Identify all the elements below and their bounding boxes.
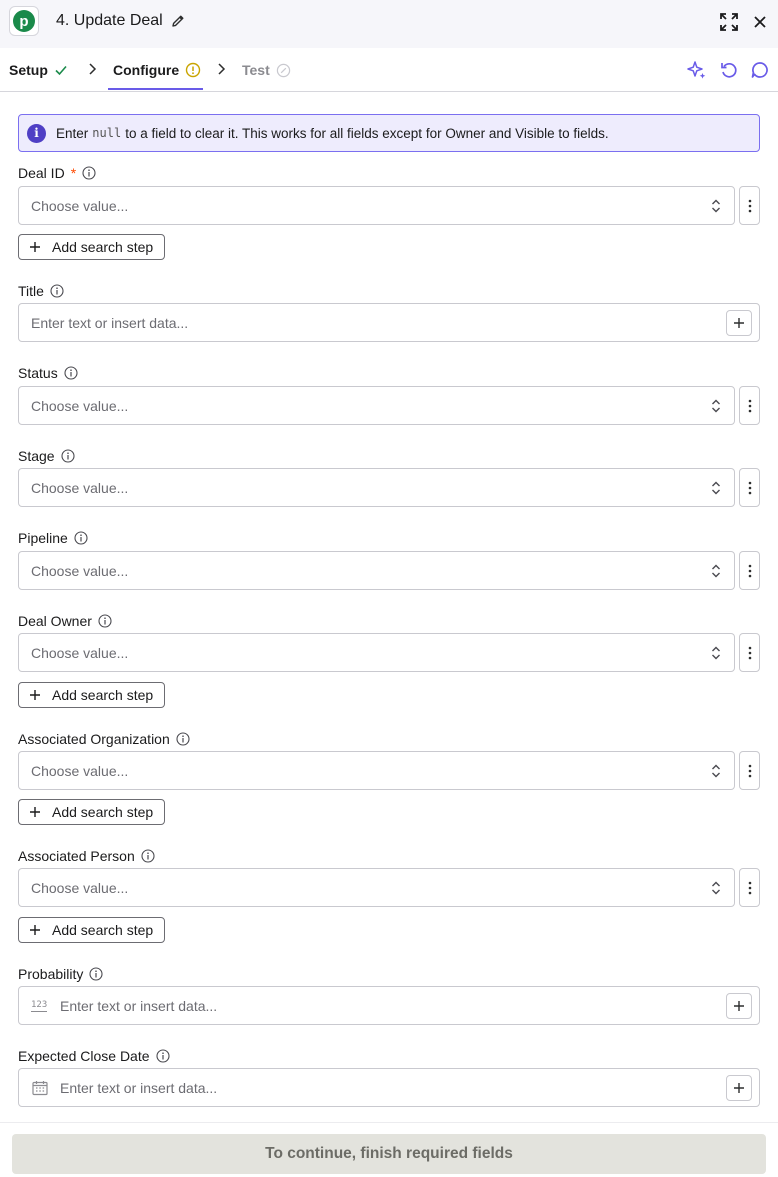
chevron-right-icon bbox=[89, 63, 97, 75]
chevron-updown-icon bbox=[712, 399, 720, 413]
kebab-icon bbox=[748, 764, 751, 777]
status-label: Status bbox=[18, 365, 78, 381]
active-tab-indicator bbox=[108, 88, 203, 90]
info-icon[interactable] bbox=[61, 449, 75, 463]
insert-data-button[interactable] bbox=[726, 310, 752, 336]
check-icon bbox=[55, 65, 67, 76]
step-tabs: Setup Configure Test bbox=[0, 48, 778, 92]
tab-configure[interactable]: Configure bbox=[113, 62, 201, 78]
chevron-updown-icon bbox=[712, 646, 720, 660]
undo-history-icon[interactable] bbox=[719, 60, 739, 80]
deal-owner-label: Deal Owner bbox=[18, 613, 112, 629]
banner-text-prefix: Enter bbox=[56, 125, 89, 141]
info-icon[interactable] bbox=[82, 166, 96, 180]
step-header: p 4. Update Deal bbox=[0, 0, 778, 48]
kebab-icon bbox=[748, 399, 751, 412]
kebab-icon bbox=[748, 481, 751, 494]
chevron-updown-icon bbox=[712, 881, 720, 895]
plus-icon bbox=[30, 925, 40, 935]
ai-sparkle-icon[interactable] bbox=[687, 60, 707, 80]
add-search-step-button[interactable]: Add search step bbox=[18, 234, 165, 260]
deal-owner-select[interactable]: Choose value... bbox=[18, 633, 735, 672]
info-icon[interactable] bbox=[89, 967, 103, 981]
tab-configure-label: Configure bbox=[113, 62, 180, 78]
stage-label: Stage bbox=[18, 448, 75, 464]
kebab-icon bbox=[748, 199, 751, 212]
plus-icon bbox=[734, 1001, 744, 1011]
expected-close-date-label: Expected Close Date bbox=[18, 1048, 170, 1064]
number-type-icon: 123 bbox=[31, 1000, 48, 1012]
tab-setup[interactable]: Setup bbox=[9, 62, 68, 78]
info-icon: i bbox=[27, 123, 46, 143]
info-icon[interactable] bbox=[64, 366, 78, 380]
pipedrive-app-icon: p bbox=[9, 6, 39, 36]
title-label: Title bbox=[18, 283, 64, 299]
info-icon[interactable] bbox=[74, 531, 88, 545]
edit-pencil-icon[interactable] bbox=[170, 13, 186, 29]
info-icon[interactable] bbox=[155, 1049, 170, 1063]
calendar-icon bbox=[32, 1081, 48, 1096]
deal-id-select[interactable]: Choose value... bbox=[18, 186, 735, 225]
probability-input[interactable]: 123 Enter text or insert data... bbox=[18, 986, 760, 1025]
pipeline-select[interactable]: Choose value... bbox=[18, 551, 735, 590]
more-options-button[interactable] bbox=[739, 468, 760, 507]
associated-person-select[interactable]: Choose value... bbox=[18, 868, 735, 907]
chevron-updown-icon bbox=[712, 199, 720, 213]
insert-data-button[interactable] bbox=[726, 993, 752, 1019]
plus-icon bbox=[30, 690, 40, 700]
more-options-button[interactable] bbox=[739, 386, 760, 425]
add-search-step-button[interactable]: Add search step bbox=[18, 682, 165, 708]
warning-icon bbox=[185, 62, 201, 78]
kebab-icon bbox=[748, 564, 751, 577]
more-options-button[interactable] bbox=[739, 633, 760, 672]
deal-id-label: Deal ID * bbox=[18, 165, 96, 181]
insert-data-button[interactable] bbox=[726, 1075, 752, 1101]
banner-code: null bbox=[92, 126, 122, 140]
tab-test-label: Test bbox=[242, 62, 270, 78]
expected-close-date-input[interactable]: Enter text or insert data... bbox=[18, 1068, 760, 1107]
status-select[interactable]: Choose value... bbox=[18, 386, 735, 425]
chevron-updown-icon bbox=[712, 564, 720, 578]
info-banner: i Enter null to a field to clear it. Thi… bbox=[18, 114, 760, 152]
associated-organization-select[interactable]: Choose value... bbox=[18, 751, 735, 790]
add-search-step-button[interactable]: Add search step bbox=[18, 917, 165, 943]
title-input[interactable]: Enter text or insert data... bbox=[18, 303, 760, 342]
comment-icon[interactable] bbox=[750, 60, 770, 80]
more-options-button[interactable] bbox=[739, 868, 760, 907]
step-title[interactable]: 4. Update Deal bbox=[56, 12, 163, 30]
associated-person-label: Associated Person bbox=[18, 848, 155, 864]
plus-icon bbox=[30, 807, 40, 817]
more-options-button[interactable] bbox=[739, 551, 760, 590]
required-mark: * bbox=[70, 165, 77, 181]
chevron-right-icon bbox=[218, 63, 226, 75]
kebab-icon bbox=[748, 881, 751, 894]
add-search-step-button[interactable]: Add search step bbox=[18, 799, 165, 825]
footer: To continue, finish required fields bbox=[0, 1122, 778, 1177]
pipeline-label: Pipeline bbox=[18, 530, 88, 546]
info-icon[interactable] bbox=[176, 732, 190, 746]
continue-button[interactable]: To continue, finish required fields bbox=[12, 1134, 766, 1174]
close-icon[interactable] bbox=[752, 14, 768, 30]
tab-test[interactable]: Test bbox=[242, 62, 291, 78]
more-options-button[interactable] bbox=[739, 186, 760, 225]
plus-icon bbox=[734, 1083, 744, 1093]
associated-organization-label: Associated Organization bbox=[18, 731, 190, 747]
more-options-button[interactable] bbox=[739, 751, 760, 790]
plus-icon bbox=[30, 242, 40, 252]
test-status-icon bbox=[276, 63, 290, 77]
stage-select[interactable]: Choose value... bbox=[18, 468, 735, 507]
chevron-updown-icon bbox=[712, 764, 720, 778]
chevron-updown-icon bbox=[712, 481, 720, 495]
probability-label: Probability bbox=[18, 966, 103, 982]
info-icon[interactable] bbox=[98, 614, 112, 628]
kebab-icon bbox=[748, 646, 751, 659]
plus-icon bbox=[734, 318, 744, 328]
tab-setup-label: Setup bbox=[9, 62, 48, 78]
expand-icon[interactable] bbox=[719, 12, 739, 32]
info-icon[interactable] bbox=[50, 284, 64, 298]
info-icon[interactable] bbox=[141, 849, 155, 863]
banner-text-suffix: to a field to clear it. This works for a… bbox=[125, 125, 609, 141]
